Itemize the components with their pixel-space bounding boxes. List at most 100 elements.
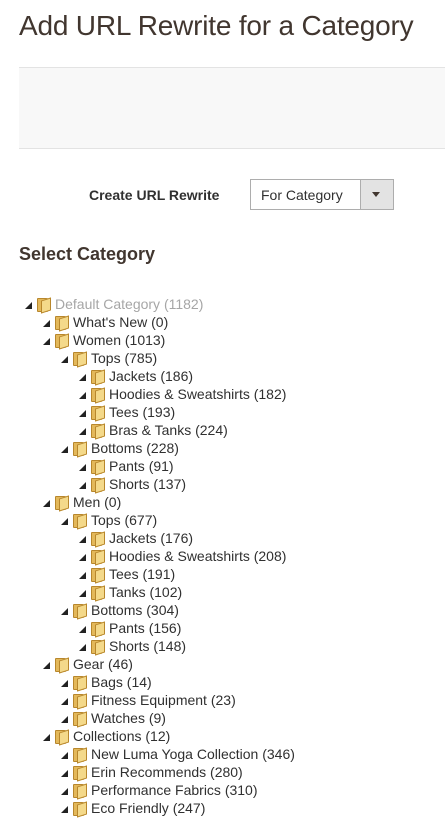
tree-node[interactable]: Erin Recommends (280) [61, 763, 243, 782]
tree-node[interactable]: Tanks (102) [79, 583, 182, 602]
folder-icon [91, 567, 105, 584]
tree-node-label[interactable]: Shorts (148) [109, 637, 186, 655]
tree-node-label[interactable]: Collections (12) [73, 727, 170, 745]
create-url-rewrite-label: Create URL Rewrite [89, 187, 220, 203]
tree-node-label[interactable]: Tees (191) [109, 565, 175, 583]
tree-node[interactable]: Performance Fabrics (310) [61, 781, 258, 800]
tree-node-label[interactable]: Bottoms (304) [91, 601, 179, 619]
tree-node-label[interactable]: Hoodies & Sweatshirts (208) [109, 547, 286, 565]
chevron-down-icon [372, 192, 380, 197]
expanded-triangle-icon[interactable] [43, 733, 50, 741]
tree-node[interactable]: Fitness Equipment (23) [61, 691, 236, 710]
tree-node[interactable]: Hoodies & Sweatshirts (182) [79, 385, 286, 404]
expanded-triangle-icon[interactable] [79, 535, 86, 543]
expanded-triangle-icon[interactable] [79, 643, 86, 651]
expanded-triangle-icon[interactable] [79, 427, 86, 435]
tree-node-label[interactable]: Watches (9) [91, 709, 166, 727]
tree-node-label[interactable]: Tanks (102) [109, 583, 182, 601]
expanded-triangle-icon[interactable] [61, 355, 68, 363]
expanded-triangle-icon[interactable] [61, 715, 68, 723]
tree-node[interactable]: Shorts (137) [79, 475, 186, 494]
tree-node[interactable]: What's New (0) [43, 313, 168, 332]
tree-node[interactable]: Collections (12) [43, 727, 170, 746]
expanded-triangle-icon[interactable] [79, 571, 86, 579]
tree-node-label[interactable]: Default Category (1182) [55, 295, 203, 313]
expanded-triangle-icon[interactable] [61, 805, 68, 813]
folder-icon [55, 333, 69, 350]
tree-node-label[interactable]: Tops (677) [91, 511, 157, 529]
expanded-triangle-icon[interactable] [25, 301, 32, 309]
expanded-triangle-icon[interactable] [79, 391, 86, 399]
expanded-triangle-icon[interactable] [79, 589, 86, 597]
tree-node[interactable]: Men (0) [43, 493, 121, 512]
tree-node-label[interactable]: Gear (46) [73, 655, 133, 673]
folder-icon [73, 747, 87, 764]
tree-node-label[interactable]: Performance Fabrics (310) [91, 781, 258, 799]
expanded-triangle-icon[interactable] [61, 697, 68, 705]
folder-icon [73, 603, 87, 620]
tree-node[interactable]: Pants (156) [79, 619, 181, 638]
tree-node[interactable]: Hoodies & Sweatshirts (208) [79, 547, 286, 566]
expanded-triangle-icon[interactable] [79, 625, 86, 633]
tree-node[interactable]: New Luma Yoga Collection (346) [61, 745, 295, 764]
tree-node[interactable]: Gear (46) [43, 655, 133, 674]
tree-node[interactable]: Jackets (176) [79, 529, 193, 548]
tree-node[interactable]: Tees (191) [79, 565, 175, 584]
expanded-triangle-icon[interactable] [43, 499, 50, 507]
expanded-triangle-icon[interactable] [43, 661, 50, 669]
expanded-triangle-icon[interactable] [61, 769, 68, 777]
tree-node-label[interactable]: New Luma Yoga Collection (346) [91, 745, 295, 763]
tree-node-label[interactable]: Bags (14) [91, 673, 152, 691]
tree-node[interactable]: Jackets (186) [79, 367, 193, 386]
tree-node[interactable]: Women (1013) [43, 331, 165, 350]
tree-node-label[interactable]: Pants (156) [109, 619, 181, 637]
folder-icon [91, 459, 105, 476]
expanded-triangle-icon[interactable] [61, 445, 68, 453]
tree-node-label[interactable]: Tops (785) [91, 349, 157, 367]
expanded-triangle-icon[interactable] [79, 481, 86, 489]
folder-icon [91, 549, 105, 566]
tree-node-label[interactable]: Jackets (186) [109, 367, 193, 385]
folder-icon [91, 405, 105, 422]
folder-icon [91, 477, 105, 494]
expanded-triangle-icon[interactable] [61, 787, 68, 795]
tree-node-label[interactable]: Shorts (137) [109, 475, 186, 493]
tree-node-label[interactable]: Tees (193) [109, 403, 175, 421]
tree-node[interactable]: Shorts (148) [79, 637, 186, 656]
tree-node[interactable]: Tees (193) [79, 403, 175, 422]
tree-node-label[interactable]: What's New (0) [73, 313, 168, 331]
expanded-triangle-icon[interactable] [61, 751, 68, 759]
folder-icon [91, 639, 105, 656]
tree-node[interactable]: Bras & Tanks (224) [79, 421, 228, 440]
expanded-triangle-icon[interactable] [61, 517, 68, 525]
tree-node[interactable]: Watches (9) [61, 709, 166, 728]
folder-icon [73, 351, 87, 368]
tree-node-label[interactable]: Men (0) [73, 493, 121, 511]
tree-node-label[interactable]: Erin Recommends (280) [91, 763, 243, 781]
tree-node-label[interactable]: Fitness Equipment (23) [91, 691, 236, 709]
tree-node[interactable]: Bottoms (228) [61, 439, 179, 458]
expanded-triangle-icon[interactable] [79, 553, 86, 561]
select-toggle-button[interactable] [360, 180, 393, 209]
expanded-triangle-icon[interactable] [61, 607, 68, 615]
tree-node[interactable]: Bottoms (304) [61, 601, 179, 620]
tree-node[interactable]: Tops (785) [61, 349, 157, 368]
tree-node-label[interactable]: Jackets (176) [109, 529, 193, 547]
expanded-triangle-icon[interactable] [43, 337, 50, 345]
tree-node[interactable]: Default Category (1182) [25, 295, 203, 314]
tree-node[interactable]: Tops (677) [61, 511, 157, 530]
expanded-triangle-icon[interactable] [79, 463, 86, 471]
tree-node-label[interactable]: Bottoms (228) [91, 439, 179, 457]
tree-node[interactable]: Bags (14) [61, 673, 152, 692]
expanded-triangle-icon[interactable] [61, 679, 68, 687]
folder-icon [73, 783, 87, 800]
tree-node[interactable]: Pants (91) [79, 457, 174, 476]
tree-node-label[interactable]: Bras & Tanks (224) [109, 421, 228, 439]
tree-node-label[interactable]: Women (1013) [73, 331, 165, 349]
expanded-triangle-icon[interactable] [79, 409, 86, 417]
tree-node-label[interactable]: Pants (91) [109, 457, 174, 475]
expanded-triangle-icon[interactable] [43, 319, 50, 327]
expanded-triangle-icon[interactable] [79, 373, 86, 381]
create-url-rewrite-select[interactable]: For Category [250, 179, 394, 210]
tree-node-label[interactable]: Hoodies & Sweatshirts (182) [109, 385, 286, 403]
